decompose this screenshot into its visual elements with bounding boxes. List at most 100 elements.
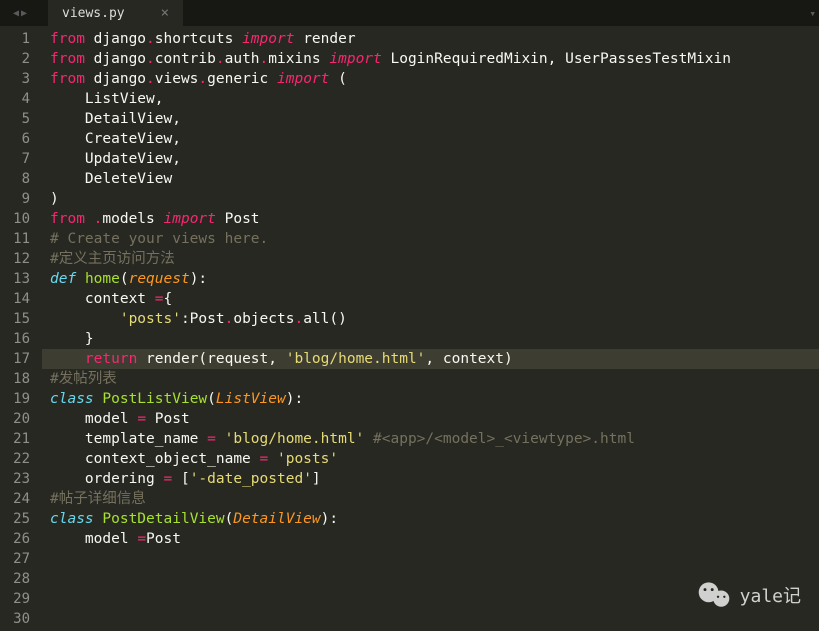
token-pl: ( [120,271,129,287]
code-line[interactable]: #定义主页访问方法 [42,249,819,269]
line-number: 6 [0,129,42,149]
token-pl: LoginRequiredMixin [382,51,548,67]
token-pl: CreateView [50,131,172,147]
token-pl: UpdateView [50,151,172,167]
token-cls: def [50,271,76,287]
code-line[interactable]: ) [42,189,819,209]
token-op: = [137,531,146,547]
token-pl: :Post [181,311,225,327]
line-number: 4 [0,89,42,109]
token-pl: DetailView [50,111,172,127]
code-line[interactable]: from .models import Post [42,209,819,229]
token-kw: from [50,51,85,67]
token-cm: #帖子详细信息 [50,491,146,507]
token-op: . [146,51,155,67]
code-line[interactable]: class PostListView(ListView): [42,389,819,409]
token-cm: #发帖列表 [50,371,117,387]
token-op: . [294,311,303,327]
token-pl: ): [321,511,338,527]
token-pl: UserPassesTestMixin [556,51,731,67]
token-cm: #定义主页访问方法 [50,251,175,267]
tab-arrow-right-icon[interactable]: ▶ [21,8,27,19]
token-fn: PostListView [102,391,207,407]
token-kw-i: import [277,71,329,87]
token-pl: , [172,131,181,147]
token-arg: request [129,271,190,287]
code-line[interactable]: from django.views.generic import ( [42,69,819,89]
token-str: '-date_posted' [190,471,312,487]
line-number: 11 [0,229,42,249]
code-line[interactable]: ordering = ['-date_posted'] [42,469,819,489]
code-line[interactable]: #发帖列表 [42,369,819,389]
token-pl: auth [225,51,260,67]
token-pl: [ [172,471,189,487]
code-line[interactable]: DeleteView [42,169,819,189]
token-op: = [155,291,164,307]
tab-active[interactable]: views.py × [48,0,183,26]
token-pl: django [85,71,146,87]
line-number: 29 [0,589,42,609]
code-line[interactable]: model = Post [42,409,819,429]
token-pl: contrib [155,51,216,67]
code-line[interactable]: class PostDetailView(DetailView): [42,509,819,529]
code-line[interactable]: context_object_name = 'posts' [42,449,819,469]
token-str: 'posts' [120,311,181,327]
token-pl: render(request [137,351,268,367]
tab-nav-arrows[interactable]: ◀ ▶ [0,0,40,26]
code-area[interactable]: from django.shortcuts import renderfrom … [42,26,819,631]
code-line[interactable]: # Create your views here. [42,229,819,249]
code-line[interactable]: CreateView, [42,129,819,149]
close-icon[interactable]: × [161,5,169,21]
code-line[interactable]: } [42,329,819,349]
tab-arrow-left-icon[interactable]: ◀ [13,8,19,19]
code-line[interactable]: context ={ [42,289,819,309]
code-line[interactable]: ListView, [42,89,819,109]
code-line[interactable]: 'posts':Post.objects.all() [42,309,819,329]
code-line[interactable]: #帖子详细信息 [42,489,819,509]
token-pl: objects [233,311,294,327]
token-pl: views [155,71,199,87]
token-pl: { [164,291,173,307]
token-arg: DetailView [233,511,320,527]
tab-overflow[interactable]: ▾ [183,0,819,26]
chevron-down-icon[interactable]: ▾ [809,7,815,20]
token-pl: context) [434,351,513,367]
token-op: . [260,51,269,67]
code-line[interactable]: def home(request): [42,269,819,289]
wechat-icon [696,577,732,613]
token-pl [277,351,286,367]
token-kw-i: import [164,211,216,227]
code-line[interactable]: from django.shortcuts import render [42,29,819,49]
editor[interactable]: 1234567891011121314151617181920212223242… [0,26,819,631]
code-line[interactable]: model =Post [42,529,819,549]
token-str: 'blog/home.html' [286,351,426,367]
line-number: 7 [0,149,42,169]
code-line[interactable]: DetailView, [42,109,819,129]
code-line[interactable]: return render(request, 'blog/home.html',… [42,349,819,369]
token-pl: model [50,531,137,547]
token-pl: , [268,351,277,367]
token-pl: django [85,51,146,67]
token-op: . [146,31,155,47]
token-op: . [146,71,155,87]
line-number: 15 [0,309,42,329]
token-pl: ] [312,471,321,487]
code-line[interactable]: UpdateView, [42,149,819,169]
token-pl [364,431,373,447]
token-pl: , [155,91,164,107]
line-number: 22 [0,449,42,469]
token-pl [76,271,85,287]
token-pl [268,451,277,467]
line-number: 20 [0,409,42,429]
token-op: . [216,51,225,67]
code-line[interactable]: template_name = 'blog/home.html' #<app>/… [42,429,819,449]
watermark: yale记 [696,577,801,613]
token-pl: ListView [50,91,155,107]
token-op: = [207,431,216,447]
token-pl: ) [50,191,59,207]
token-pl: ordering [50,471,164,487]
token-pl: DeleteView [50,171,172,187]
line-number: 1 [0,29,42,49]
code-line[interactable]: from django.contrib.auth.mixins import L… [42,49,819,69]
tab-title: views.py [62,6,125,21]
